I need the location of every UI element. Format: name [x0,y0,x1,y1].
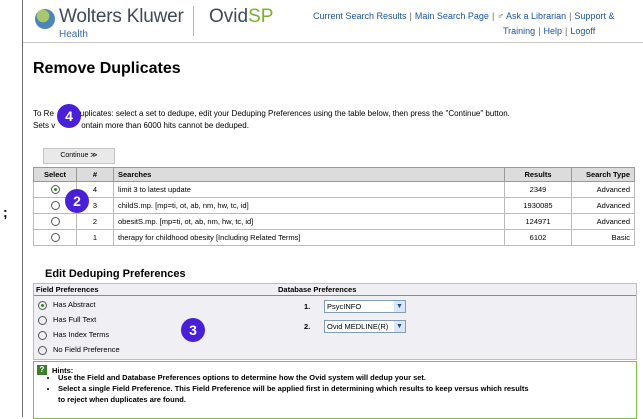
field-option[interactable]: Has Abstract [38,300,96,310]
row-type: Advanced [571,197,635,214]
field-option-label: Has Abstract [53,300,96,309]
link-main-search-page[interactable]: Main Search Page [415,11,489,21]
db2-select[interactable]: Ovid MEDLINE(R) ▼ [324,320,406,333]
link-logoff[interactable]: Logoff [570,26,595,36]
row-search: limit 3 to latest update [113,181,505,198]
table-row: 4 limit 3 to latest update 2349 Advanced [33,181,635,198]
db1-number: 1. [304,302,311,311]
instr-line2-b: ontain more than 6000 hits cannot be ded… [81,121,249,130]
product-suffix: SP [248,6,274,27]
callout-badge-3: 3 [181,318,205,342]
select-radio[interactable] [50,185,60,195]
row-search: childS.mp. [mp=ti, ot, ab, nm, hw, tc, i… [113,197,505,214]
instr-line1-b: uplicates: select a set to dedupe, edit … [79,109,510,118]
field-option-label: Has Index Terms [53,330,110,339]
row-results: 124971 [504,213,572,230]
dedup-title: Edit Deduping Preferences [45,268,186,280]
separator: | [538,26,541,36]
librarian-icon: ♂ [497,11,505,21]
col-results: Results [504,167,572,182]
product-name: OvidSP [209,6,273,28]
select-radio[interactable] [50,217,60,227]
table-row: 2 obesitS.mp. [mp=ti, ot, ab, nm, hw, tc… [33,213,635,230]
hints-list: Use the Field and Database Preferences o… [44,372,529,406]
prefs-header: Field Preferences Database Preferences [34,284,636,296]
dedup-preferences-panel: Field Preferences Database Preferences H… [33,283,637,360]
col-searches: Searches [113,167,505,182]
select-radio[interactable] [50,201,60,211]
row-results: 6102 [504,229,572,246]
callout-badge-4: 4 [57,104,81,128]
row-type: Advanced [571,213,635,230]
left-margin: ; [0,0,22,417]
hint-item: to reject when duplicates are found. [58,395,186,404]
db1-value: PsycINFO [327,302,362,311]
table-row: 1 therapy for childhood obesity [Includi… [33,229,635,246]
field-option[interactable]: Has Full Text [38,315,96,325]
select-radio[interactable] [50,233,60,243]
brand-name: Wolters Kluwer [59,6,184,27]
left-margin-glyph: ; [3,204,8,220]
radio-has-full-text[interactable] [38,315,47,325]
radio-has-index-terms[interactable] [38,330,47,340]
field-option-label: Has Full Text [53,315,97,324]
col-number: # [76,167,114,182]
separator: | [565,26,568,36]
db-pref-header: Database Preferences [278,285,357,294]
field-option-label: No Field Preference [53,345,120,354]
field-pref-header: Field Preferences [36,285,99,294]
radio-no-field-preference[interactable] [38,345,47,355]
separator: | [491,11,495,21]
chevron-down-icon[interactable]: ▼ [394,301,405,312]
instructions: To Re uplicates: select a set to dedupe, … [33,108,510,132]
link-training[interactable]: Training [503,26,535,36]
db2-value: Ovid MEDLINE(R) [327,322,389,331]
ovid-page: Wolters Kluwer Health OvidSP Current Sea… [22,0,643,419]
brand-sub: Health [59,29,88,40]
row-type: Advanced [571,181,635,198]
table-header-row: Select # Searches Results Search Type [33,167,635,182]
row-number: 2 [76,213,114,230]
field-option[interactable]: No Field Preference [38,345,120,355]
field-option[interactable]: Has Index Terms [38,330,109,340]
instr-line1-a: To Re [33,109,54,118]
col-search-type: Search Type [571,167,635,182]
hints-box: ? Hints: Use the Field and Database Pref… [33,361,637,419]
chevron-down-icon[interactable]: ▼ [394,321,405,332]
link-help[interactable]: Help [544,26,563,36]
radio-has-abstract[interactable] [38,300,47,310]
logo-divider [193,6,194,36]
row-results: 2349 [504,181,572,198]
page-title: Remove Duplicates [33,60,181,77]
separator: | [569,11,572,21]
link-current-search-results[interactable]: Current Search Results [313,11,407,21]
link-support[interactable]: Support & [574,11,614,21]
row-search: obesitS.mp. [mp=ti, ot, ab, nm, hw, tc, … [113,213,505,230]
db1-select[interactable]: PsycINFO ▼ [324,300,406,313]
continue-button[interactable]: Continue ≫ [43,148,115,164]
row-number: 1 [76,229,114,246]
product-prefix: Ovid [209,6,249,27]
top-links-secondary: Training | Help | Logoff [503,26,595,36]
search-history-table: Select # Searches Results Search Type 4 … [33,167,635,246]
header: Wolters Kluwer Health OvidSP Current Sea… [23,0,643,43]
top-links: Current Search Results | Main Search Page |… [313,11,614,21]
wolters-kluwer-logo-icon [35,9,55,29]
col-select: Select [33,167,77,182]
link-ask-a-librarian[interactable]: Ask a Librarian [506,11,566,21]
instr-line2-a: Sets v [33,121,56,130]
separator: | [409,11,412,21]
table-row: 3 childS.mp. [mp=ti, ot, ab, nm, hw, tc,… [33,197,635,214]
row-search: therapy for childhood obesity [Including… [113,229,505,246]
row-type: Basic [571,229,635,246]
hint-item: Use the Field and Database Preferences o… [58,373,529,383]
row-results: 1930085 [504,197,572,214]
callout-badge-2: 2 [65,189,89,213]
db2-number: 2. [304,322,311,331]
hint-item: Select a single Field Preference. This F… [58,384,529,394]
